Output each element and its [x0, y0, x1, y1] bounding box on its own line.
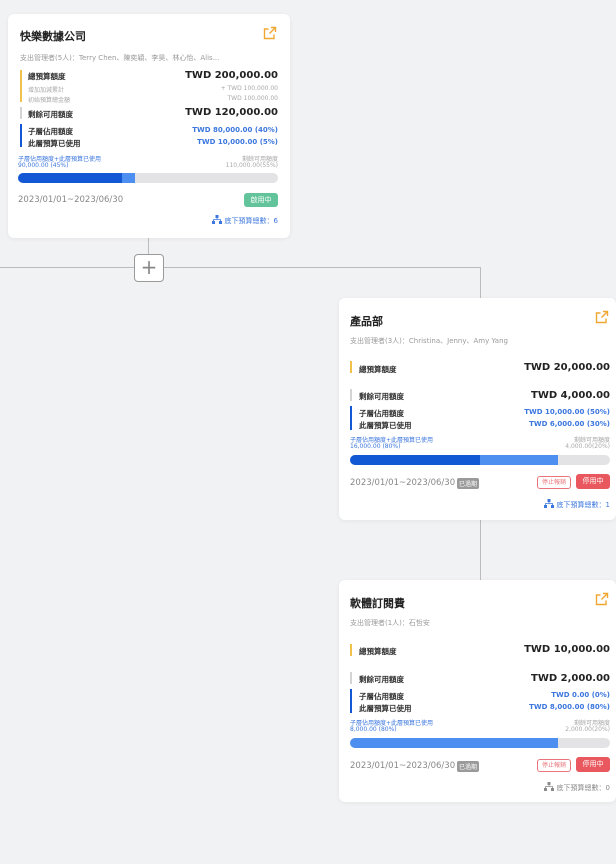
total-value: TWD 10,000.00 [524, 644, 610, 655]
child-label: 子層佔用額度 [359, 409, 404, 418]
child-usage-segment [18, 173, 122, 183]
add-value: + TWD 100,000.00 [220, 85, 278, 92]
child-budget-count-link[interactable]: 底下預算總數：1 [543, 499, 610, 510]
total-value: TWD 200,000.00 [185, 70, 278, 81]
used-label: 此層預算已使用 [359, 704, 412, 713]
remain-label: 剩餘可用額度 [359, 392, 404, 401]
external-link-icon[interactable] [595, 310, 609, 324]
status-disabled-button[interactable]: 停用中 [576, 474, 610, 489]
remain-indicator [350, 389, 352, 401]
hierarchy-icon [543, 782, 554, 791]
managers-text: 支出管理者(3人)：Christina、Jenny、Amy Yang [350, 337, 508, 345]
total-indicator [350, 361, 352, 373]
budget-progress-bar [18, 173, 278, 183]
status-active-button[interactable]: 啟用中 [244, 193, 278, 207]
managers-text: 支出管理者(5人)：Terry Chen、陳奕穎、李昊、林心怡、Alis... [20, 54, 220, 62]
used-label: 此層預算已使用 [359, 421, 412, 430]
child-indicator [20, 124, 22, 147]
child-budget-count-text: 底下預算總數：1 [556, 501, 610, 509]
budget-progress-bar [350, 738, 610, 748]
child-value: TWD 80,000.00 (40%) [192, 126, 278, 134]
budget-card-company[interactable]: 快樂數據公司 支出管理者(5人)：Terry Chen、陳奕穎、李昊、林心怡、A… [8, 14, 290, 238]
budget-card-software-subscription[interactable]: 軟體訂閱費 支出管理者(1人)：石哲安 總預算額度 TWD 10,000.00 … [339, 580, 616, 802]
connector-line [480, 520, 481, 580]
stop-reimbursement-button[interactable]: 停止報銷 [537, 759, 571, 772]
progress-left-value: 8,000.00 (80%) [350, 726, 397, 733]
progress-left-value: 16,000.00 (80%) [350, 443, 401, 450]
child-budget-count-link[interactable]: 底下預算總數：0 [543, 782, 610, 793]
total-indicator [20, 70, 22, 102]
used-label: 此層預算已使用 [28, 139, 81, 148]
total-value: TWD 20,000.00 [524, 362, 610, 373]
expired-badge: 已過期 [457, 761, 480, 772]
remain-label: 剩餘可用額度 [28, 110, 73, 119]
card-title: 軟體訂閱費 [350, 597, 405, 610]
stop-reimbursement-button[interactable]: 停止報銷 [537, 476, 571, 489]
child-budget-count-text: 底下預算總數：0 [556, 784, 610, 792]
initial-value: TWD 100,000.00 [227, 95, 278, 102]
connector-line [480, 267, 481, 298]
used-value: TWD 10,000.00 (5%) [197, 138, 278, 146]
total-indicator [350, 644, 352, 656]
used-value: TWD 8,000.00 (80%) [529, 703, 610, 711]
initial-label: 初始預算總金額 [28, 97, 71, 104]
progress-left-value: 90,000.00 (45%) [18, 162, 69, 169]
progress-right-value: 110,000.00(55%) [225, 162, 278, 169]
remain-label: 剩餘可用額度 [359, 675, 404, 684]
remain-value: TWD 120,000.00 [185, 107, 278, 118]
layer-usage-segment [480, 455, 558, 465]
budget-card-product-dept[interactable]: 產品部 支出管理者(3人)：Christina、Jenny、Amy Yang 總… [339, 298, 616, 520]
remain-indicator [20, 107, 22, 119]
child-indicator [350, 406, 352, 430]
external-link-icon[interactable] [595, 592, 609, 606]
child-label: 子層佔用額度 [28, 127, 73, 136]
progress-right-value: 4,000.00(20%) [565, 443, 610, 450]
layer-usage-segment [350, 738, 558, 748]
card-title: 產品部 [350, 315, 383, 328]
hierarchy-icon [211, 215, 222, 224]
child-label: 子層佔用額度 [359, 692, 404, 701]
add-budget-button[interactable]: + [134, 254, 164, 282]
status-disabled-button[interactable]: 停用中 [576, 757, 610, 772]
external-link-icon[interactable] [263, 26, 277, 40]
layer-usage-segment [122, 173, 135, 183]
connector-line [162, 267, 480, 268]
child-budget-count-link[interactable]: 底下預算總數：6 [211, 215, 278, 226]
remain-value: TWD 4,000.00 [531, 390, 610, 401]
date-range: 2023/01/01~2023/06/30 [350, 478, 456, 488]
child-indicator [350, 689, 352, 713]
child-usage-segment [350, 455, 480, 465]
add-label: 增加加減累計 [28, 87, 65, 94]
budget-progress-bar [350, 455, 610, 465]
hierarchy-icon [543, 499, 554, 508]
managers-text: 支出管理者(1人)：石哲安 [350, 619, 430, 627]
total-label: 總預算額度 [28, 72, 66, 81]
connector-line [0, 267, 134, 268]
total-label: 總預算額度 [359, 647, 397, 656]
expired-badge: 已過期 [457, 478, 480, 489]
card-title: 快樂數據公司 [20, 30, 86, 43]
progress-right-value: 2,000.00(20%) [565, 726, 610, 733]
used-value: TWD 6,000.00 (30%) [529, 420, 610, 428]
child-budget-count-text: 底下預算總數：6 [224, 217, 278, 225]
date-range: 2023/01/01~2023/06/30 [350, 761, 456, 771]
remain-indicator [350, 672, 352, 684]
child-value: TWD 10,000.00 (50%) [524, 408, 610, 416]
child-value: TWD 0.00 (0%) [551, 691, 610, 699]
date-range: 2023/01/01~2023/06/30 [18, 195, 124, 205]
remain-value: TWD 2,000.00 [531, 673, 610, 684]
total-label: 總預算額度 [359, 365, 397, 374]
